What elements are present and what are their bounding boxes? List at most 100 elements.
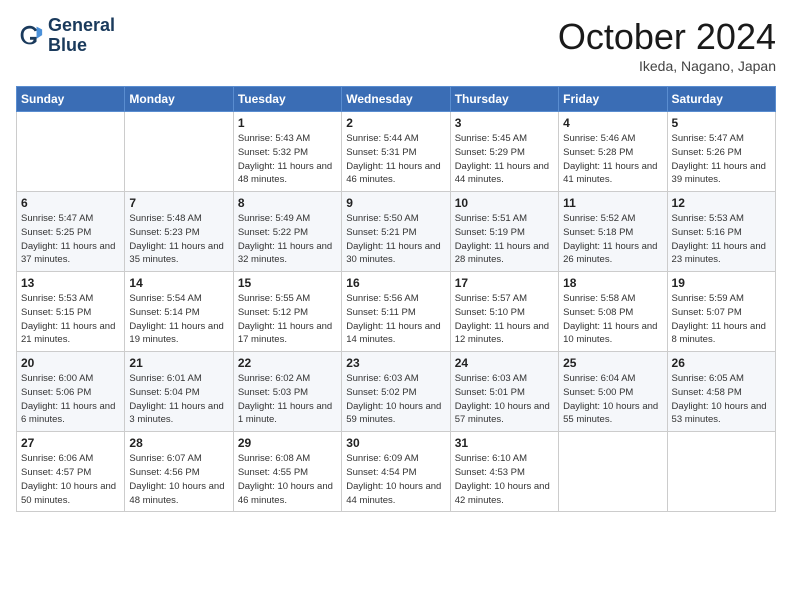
calendar-cell: 17 Sunrise: 5:57 AM Sunset: 5:10 PM Dayli… xyxy=(450,272,558,352)
calendar-cell: 6 Sunrise: 5:47 AM Sunset: 5:25 PM Daylig… xyxy=(17,192,125,272)
day-info: Sunrise: 5:55 AM Sunset: 5:12 PM Dayligh… xyxy=(238,292,337,347)
day-info: Sunrise: 5:52 AM Sunset: 5:18 PM Dayligh… xyxy=(563,212,662,267)
day-number: 6 xyxy=(21,196,120,210)
month-title: October 2024 xyxy=(558,16,776,58)
calendar-cell xyxy=(17,112,125,192)
day-info: Sunrise: 6:03 AM Sunset: 5:02 PM Dayligh… xyxy=(346,372,445,427)
calendar-cell: 31Sunrise: 6:10 AM Sunset: 4:53 PM Dayli… xyxy=(450,432,558,512)
day-number: 13 xyxy=(21,276,120,290)
day-info: Sunrise: 5:48 AM Sunset: 5:23 PM Dayligh… xyxy=(129,212,228,267)
day-info: Sunrise: 5:50 AM Sunset: 5:21 PM Dayligh… xyxy=(346,212,445,267)
logo: General Blue xyxy=(16,16,115,56)
calendar-cell: 28 Sunrise: 6:07 AM Sunset: 4:56 PM Dayli… xyxy=(125,432,233,512)
day-info: Sunrise: 5:54 AM Sunset: 5:14 PM Dayligh… xyxy=(129,292,228,347)
calendar-week-row: 27 Sunrise: 6:06 AM Sunset: 4:57 PM Dayli… xyxy=(17,432,776,512)
calendar-cell: 18Sunrise: 5:58 AM Sunset: 5:08 PM Dayli… xyxy=(559,272,667,352)
day-info: Sunrise: 5:44 AM Sunset: 5:31 PM Dayligh… xyxy=(346,132,445,187)
day-number: 4 xyxy=(563,116,662,130)
calendar-cell: 25Sunrise: 6:04 AM Sunset: 5:00 PM Dayli… xyxy=(559,352,667,432)
calendar-cell: 19 Sunrise: 5:59 AM Sunset: 5:07 PM Dayli… xyxy=(667,272,775,352)
day-info: Sunrise: 5:51 AM Sunset: 5:19 PM Dayligh… xyxy=(455,212,554,267)
day-number: 23 xyxy=(346,356,445,370)
calendar-week-row: 13 Sunrise: 5:53 AM Sunset: 5:15 PM Dayli… xyxy=(17,272,776,352)
day-info: Sunrise: 6:02 AM Sunset: 5:03 PM Dayligh… xyxy=(238,372,337,427)
day-info: Sunrise: 5:46 AM Sunset: 5:28 PM Dayligh… xyxy=(563,132,662,187)
day-info: Sunrise: 5:59 AM Sunset: 5:07 PM Dayligh… xyxy=(672,292,771,347)
day-number: 30 xyxy=(346,436,445,450)
calendar-cell: 7 Sunrise: 5:48 AM Sunset: 5:23 PM Daylig… xyxy=(125,192,233,272)
logo-line1: General xyxy=(48,16,115,36)
day-info: Sunrise: 5:56 AM Sunset: 5:11 PM Dayligh… xyxy=(346,292,445,347)
weekday-header: Thursday xyxy=(450,87,558,112)
day-number: 7 xyxy=(129,196,228,210)
day-info: Sunrise: 5:53 AM Sunset: 5:15 PM Dayligh… xyxy=(21,292,120,347)
day-number: 24 xyxy=(455,356,554,370)
day-info: Sunrise: 6:08 AM Sunset: 4:55 PM Dayligh… xyxy=(238,452,337,507)
day-info: Sunrise: 6:06 AM Sunset: 4:57 PM Dayligh… xyxy=(21,452,120,507)
day-number: 3 xyxy=(455,116,554,130)
calendar-cell: 8 Sunrise: 5:49 AM Sunset: 5:22 PM Daylig… xyxy=(233,192,341,272)
calendar-week-row: 6 Sunrise: 5:47 AM Sunset: 5:25 PM Daylig… xyxy=(17,192,776,272)
day-info: Sunrise: 6:07 AM Sunset: 4:56 PM Dayligh… xyxy=(129,452,228,507)
day-info: Sunrise: 5:57 AM Sunset: 5:10 PM Dayligh… xyxy=(455,292,554,347)
calendar-cell: 16 Sunrise: 5:56 AM Sunset: 5:11 PM Dayli… xyxy=(342,272,450,352)
calendar-cell: 27 Sunrise: 6:06 AM Sunset: 4:57 PM Dayli… xyxy=(17,432,125,512)
day-info: Sunrise: 6:03 AM Sunset: 5:01 PM Dayligh… xyxy=(455,372,554,427)
day-number: 19 xyxy=(672,276,771,290)
calendar-cell: 26Sunrise: 6:05 AM Sunset: 4:58 PM Dayli… xyxy=(667,352,775,432)
calendar-cell xyxy=(559,432,667,512)
logo-line2: Blue xyxy=(48,36,115,56)
day-number: 14 xyxy=(129,276,228,290)
day-info: Sunrise: 5:43 AM Sunset: 5:32 PM Dayligh… xyxy=(238,132,337,187)
day-info: Sunrise: 6:05 AM Sunset: 4:58 PM Dayligh… xyxy=(672,372,771,427)
day-info: Sunrise: 5:53 AM Sunset: 5:16 PM Dayligh… xyxy=(672,212,771,267)
day-number: 9 xyxy=(346,196,445,210)
calendar-week-row: 1 Sunrise: 5:43 AM Sunset: 5:32 PM Daylig… xyxy=(17,112,776,192)
calendar-cell: 21Sunrise: 6:01 AM Sunset: 5:04 PM Dayli… xyxy=(125,352,233,432)
calendar-cell xyxy=(125,112,233,192)
calendar-cell: 3 Sunrise: 5:45 AM Sunset: 5:29 PM Daylig… xyxy=(450,112,558,192)
weekday-header: Saturday xyxy=(667,87,775,112)
day-number: 15 xyxy=(238,276,337,290)
weekday-header: Wednesday xyxy=(342,87,450,112)
calendar-cell xyxy=(667,432,775,512)
day-info: Sunrise: 6:09 AM Sunset: 4:54 PM Dayligh… xyxy=(346,452,445,507)
day-number: 22 xyxy=(238,356,337,370)
day-number: 20 xyxy=(21,356,120,370)
calendar-cell: 30 Sunrise: 6:09 AM Sunset: 4:54 PM Dayli… xyxy=(342,432,450,512)
calendar-cell: 10 Sunrise: 5:51 AM Sunset: 5:19 PM Dayli… xyxy=(450,192,558,272)
day-info: Sunrise: 6:00 AM Sunset: 5:06 PM Dayligh… xyxy=(21,372,120,427)
day-number: 16 xyxy=(346,276,445,290)
day-info: Sunrise: 5:47 AM Sunset: 5:26 PM Dayligh… xyxy=(672,132,771,187)
day-number: 29 xyxy=(238,436,337,450)
day-number: 2 xyxy=(346,116,445,130)
title-block: October 2024 Ikeda, Nagano, Japan xyxy=(558,16,776,74)
calendar-cell: 9 Sunrise: 5:50 AM Sunset: 5:21 PM Daylig… xyxy=(342,192,450,272)
day-number: 17 xyxy=(455,276,554,290)
day-number: 1 xyxy=(238,116,337,130)
location: Ikeda, Nagano, Japan xyxy=(558,58,776,74)
calendar-cell: 29 Sunrise: 6:08 AM Sunset: 4:55 PM Dayli… xyxy=(233,432,341,512)
day-number: 28 xyxy=(129,436,228,450)
calendar-cell: 22 Sunrise: 6:02 AM Sunset: 5:03 PM Dayli… xyxy=(233,352,341,432)
day-number: 27 xyxy=(21,436,120,450)
day-info: Sunrise: 5:45 AM Sunset: 5:29 PM Dayligh… xyxy=(455,132,554,187)
weekday-header: Sunday xyxy=(17,87,125,112)
day-number: 8 xyxy=(238,196,337,210)
day-info: Sunrise: 5:58 AM Sunset: 5:08 PM Dayligh… xyxy=(563,292,662,347)
calendar-cell: 2 Sunrise: 5:44 AM Sunset: 5:31 PM Daylig… xyxy=(342,112,450,192)
day-number: 10 xyxy=(455,196,554,210)
day-info: Sunrise: 6:04 AM Sunset: 5:00 PM Dayligh… xyxy=(563,372,662,427)
calendar-cell: 24 Sunrise: 6:03 AM Sunset: 5:01 PM Dayli… xyxy=(450,352,558,432)
calendar-cell: 23 Sunrise: 6:03 AM Sunset: 5:02 PM Dayli… xyxy=(342,352,450,432)
calendar-cell: 20 Sunrise: 6:00 AM Sunset: 5:06 PM Dayli… xyxy=(17,352,125,432)
calendar-week-row: 20 Sunrise: 6:00 AM Sunset: 5:06 PM Dayli… xyxy=(17,352,776,432)
calendar-cell: 1 Sunrise: 5:43 AM Sunset: 5:32 PM Daylig… xyxy=(233,112,341,192)
calendar-body: 1 Sunrise: 5:43 AM Sunset: 5:32 PM Daylig… xyxy=(17,112,776,512)
day-info: Sunrise: 5:47 AM Sunset: 5:25 PM Dayligh… xyxy=(21,212,120,267)
calendar-cell: 4 Sunrise: 5:46 AM Sunset: 5:28 PM Daylig… xyxy=(559,112,667,192)
page-header: General Blue October 2024 Ikeda, Nagano,… xyxy=(16,16,776,74)
day-info: Sunrise: 5:49 AM Sunset: 5:22 PM Dayligh… xyxy=(238,212,337,267)
day-number: 5 xyxy=(672,116,771,130)
day-number: 21 xyxy=(129,356,228,370)
